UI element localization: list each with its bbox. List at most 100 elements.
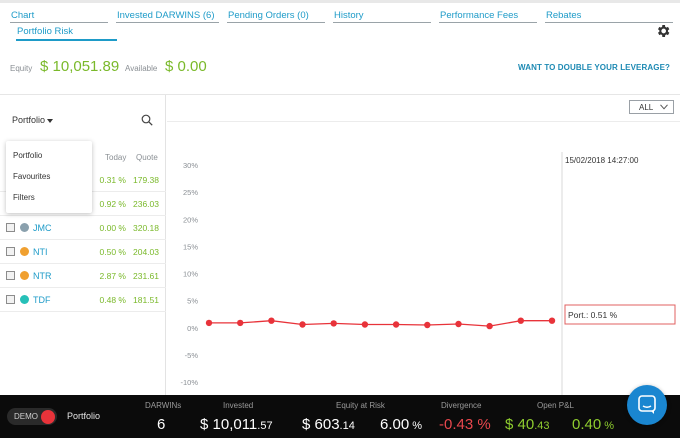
available-label: Available <box>125 64 158 73</box>
equity-at-risk-label: Equity at Risk <box>336 401 385 410</box>
open-pnl-label: Open P&L <box>537 401 574 410</box>
pnl-main: $ 40 <box>505 416 535 433</box>
data-point[interactable] <box>361 321 369 328</box>
divergence-label: Divergence <box>441 401 482 410</box>
data-point[interactable] <box>237 319 244 327</box>
y-tick-label: -10% <box>180 378 198 387</box>
double-leverage-link[interactable]: WANT TO DOUBLE YOUR LEVERAGE? <box>518 63 670 72</box>
y-tick-label: 30% <box>183 161 198 170</box>
dropdown-item-favourites[interactable]: Favourites <box>13 172 50 181</box>
darwins-label: DARWINs <box>145 401 182 410</box>
tab-rebates[interactable]: Rebates <box>545 0 673 23</box>
tab-performance-fees[interactable]: Performance Fees <box>439 0 537 23</box>
darwin-name[interactable]: NTI <box>33 247 48 257</box>
invested-main: $ 10,011 <box>200 416 258 433</box>
invested-cents: .57 <box>257 420 273 432</box>
range-select[interactable]: ALL <box>629 100 674 114</box>
darwin-today: 0.00 % <box>99 223 126 233</box>
y-tick-label: 5% <box>187 297 198 306</box>
tooltip-value: Port.: 0.51 % <box>568 310 618 320</box>
row-checkbox[interactable] <box>6 271 15 280</box>
data-point[interactable] <box>486 322 493 330</box>
bottom-summary-bar: DEMO Portfolio DARWINs 6 Invested $ 10,0… <box>0 395 680 438</box>
pnl-pct-main: 0.40 <box>572 416 602 433</box>
equity-at-risk-percent: 6.00 % <box>380 416 422 433</box>
column-header-today: Today <box>105 153 127 162</box>
portfolio-select-label: Portfolio <box>12 115 46 125</box>
gear-icon[interactable] <box>655 23 671 39</box>
dropdown-item-filters[interactable]: Filters <box>13 193 35 202</box>
pnl-cents: .43 <box>534 420 550 432</box>
darwin-today: 0.48 % <box>99 295 126 305</box>
y-tick-label: -5% <box>185 351 199 360</box>
chat-button[interactable] <box>627 385 667 425</box>
demo-toggle[interactable]: DEMO <box>7 408 57 425</box>
darwin-row[interactable]: TDF 0.48 % 181.51 <box>0 288 166 312</box>
data-point[interactable] <box>455 320 462 328</box>
search-icon[interactable] <box>141 114 153 126</box>
equity-label: Equity <box>10 64 33 73</box>
open-pnl-percent: 0.40 % <box>572 416 614 433</box>
status-dot <box>20 247 29 256</box>
invested-value: $ 10,011.57 <box>200 416 273 433</box>
tab-invested-darwins[interactable]: Invested DARWINS (6) <box>116 0 219 23</box>
y-tick-label: 25% <box>183 188 198 197</box>
y-tick-label: 0% <box>187 324 198 333</box>
tab-history[interactable]: History <box>333 0 431 23</box>
darwin-row[interactable]: JMC 0.00 % 320.18 <box>0 216 166 240</box>
row-checkbox[interactable] <box>6 295 15 304</box>
invested-label: Invested <box>223 401 254 410</box>
darwin-quote: 236.03 <box>133 199 159 209</box>
caret-down-icon <box>47 118 54 123</box>
bottom-portfolio-label: Portfolio <box>67 411 101 421</box>
darwin-row[interactable]: NTI 0.50 % 204.03 <box>0 240 166 264</box>
chat-icon <box>638 395 656 414</box>
portfolio-risk-chart: 15/02/2018 14:27:00 30% 25% 20% 15% 10% 5% 0% -… <box>180 152 676 395</box>
data-point[interactable] <box>517 317 524 324</box>
y-tick-label: 10% <box>183 270 198 279</box>
darwin-today: 0.50 % <box>99 247 126 257</box>
darwin-row[interactable]: NTR 2.87 % 231.61 <box>0 264 166 288</box>
dropdown-item-portfolio[interactable]: Portfolio <box>13 151 42 160</box>
portfolio-select[interactable]: Portfolio <box>12 115 54 125</box>
darwin-quote: 204.03 <box>133 247 159 257</box>
equity-at-risk-value: $ 603.14 <box>302 416 355 433</box>
darwin-quote: 320.18 <box>133 223 159 233</box>
darwin-list-panel: Portfolio Today Quote 0.31 % 179.38 0.92… <box>0 95 166 395</box>
range-select-value: ALL <box>639 103 654 112</box>
darwin-today: 0.31 % <box>99 175 126 185</box>
data-point[interactable] <box>205 319 213 327</box>
pnl-pct-unit: % <box>601 420 615 432</box>
risk-cents: .14 <box>339 420 355 432</box>
status-dot <box>20 295 29 304</box>
data-point[interactable] <box>268 317 275 324</box>
darwin-name[interactable]: NTR <box>33 271 52 281</box>
data-point[interactable] <box>548 317 556 324</box>
row-checkbox[interactable] <box>6 223 15 232</box>
tab-bar: Chart Invested DARWINS (6) Pending Order… <box>0 0 680 48</box>
darwin-name[interactable]: JMC <box>33 223 52 233</box>
darwin-quote: 179.38 <box>133 175 159 185</box>
divergence-value: -0.43 % <box>439 416 491 433</box>
data-point[interactable] <box>424 321 431 329</box>
risk-main: $ 603 <box>302 416 340 433</box>
darwin-today: 0.92 % <box>99 199 126 209</box>
darwin-name[interactable]: TDF <box>33 295 51 305</box>
demo-label: DEMO <box>14 411 38 421</box>
series-line <box>209 320 552 327</box>
row-checkbox[interactable] <box>6 247 15 256</box>
risk-pct-unit: % <box>409 420 423 432</box>
tab-portfolio-risk[interactable]: Portfolio Risk <box>16 16 117 41</box>
data-point[interactable] <box>392 321 400 328</box>
data-point[interactable] <box>299 321 306 328</box>
y-tick-label: 20% <box>183 215 198 224</box>
portfolio-dropdown-menu: Portfolio Favourites Filters <box>6 141 92 213</box>
toggle-knob <box>41 409 55 424</box>
chevron-down-icon <box>660 104 668 110</box>
tab-pending-orders[interactable]: Pending Orders (0) <box>227 0 325 23</box>
data-point[interactable] <box>330 320 337 327</box>
risk-pct-main: 6.00 <box>380 416 410 433</box>
y-axis: 30% 25% 20% 15% 10% 5% 0% -5% -10% <box>180 161 198 387</box>
app-root: Chart Invested DARWINS (6) Pending Order… <box>0 0 680 438</box>
available-value: $ 0.00 <box>165 58 207 75</box>
